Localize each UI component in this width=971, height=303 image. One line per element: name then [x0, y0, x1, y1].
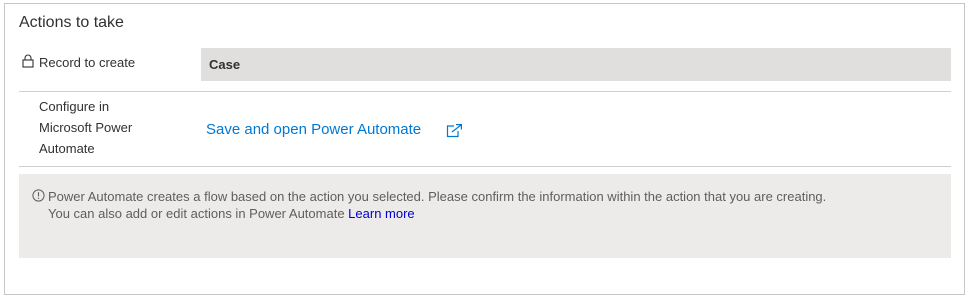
configure-label-line: Configure in — [39, 99, 110, 114]
section-title: Actions to take — [19, 14, 124, 31]
record-to-create-field: Case — [201, 48, 951, 81]
configure-label-line: Automate — [39, 141, 95, 156]
info-icon — [32, 189, 45, 202]
record-to-create-label: Record to create — [39, 55, 136, 70]
configure-label: Configure in Microsoft Power Automate — [39, 96, 159, 159]
external-link-icon[interactable] — [446, 123, 463, 138]
row-divider — [19, 91, 951, 92]
learn-more-link[interactable]: Learn more — [348, 206, 414, 221]
info-message-line: Power Automate creates a flow based on t… — [48, 189, 827, 204]
save-and-open-power-automate-link[interactable]: Save and open Power Automate — [206, 121, 421, 138]
actions-panel: Actions to take Record to create Case Co… — [4, 3, 965, 295]
lock-icon — [22, 54, 34, 68]
info-message-box: Power Automate creates a flow based on t… — [19, 174, 951, 258]
info-message-line: You can also add or edit actions in Powe… — [48, 205, 415, 222]
row-divider — [19, 166, 951, 167]
info-message-text: You can also add or edit actions in Powe… — [48, 206, 345, 221]
configure-label-line: Microsoft Power — [39, 120, 133, 135]
